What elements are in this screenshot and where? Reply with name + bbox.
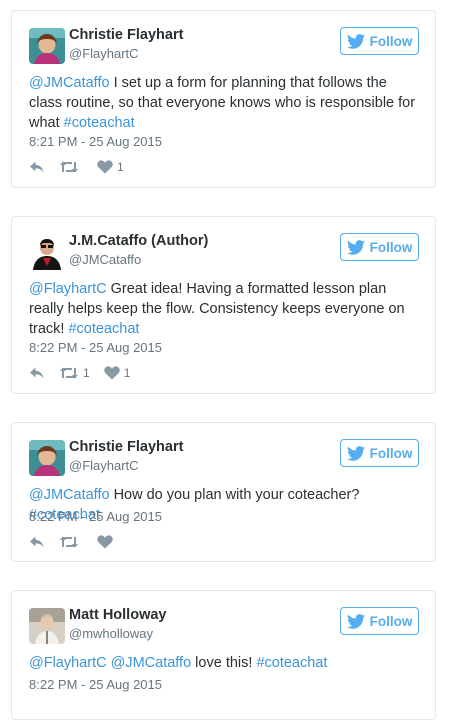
author-handle[interactable]: @FlayhartC	[69, 458, 139, 473]
follow-label: Follow	[369, 239, 413, 255]
avatar[interactable]	[29, 28, 65, 64]
avatar[interactable]	[29, 234, 65, 270]
retweet-button[interactable]	[59, 160, 83, 174]
mention-link[interactable]: @FlayhartC	[29, 655, 107, 671]
avatar-image-icon	[29, 234, 65, 270]
mention-link[interactable]: @FlayhartC	[29, 281, 107, 297]
retweet-icon	[59, 160, 79, 174]
mention-link[interactable]: @JMCataffo	[29, 487, 110, 503]
hashtag-link[interactable]: #coteachat	[256, 655, 327, 671]
follow-button[interactable]: Follow	[340, 27, 419, 55]
mention-link[interactable]: @JMCataffo	[29, 75, 110, 91]
avatar[interactable]	[29, 608, 65, 644]
reply-button[interactable]	[29, 160, 45, 174]
twitter-bird-icon	[347, 614, 365, 629]
like-button[interactable]	[97, 535, 117, 549]
reply-icon	[29, 160, 45, 174]
follow-label: Follow	[369, 613, 413, 629]
twitter-bird-icon	[347, 240, 365, 255]
follow-button[interactable]: Follow	[340, 439, 419, 467]
heart-icon	[97, 160, 113, 174]
author-name[interactable]: Christie Flayhart	[69, 27, 183, 43]
tweet-body: How do you plan with your coteacher?	[109, 487, 360, 503]
like-button[interactable]: 1	[104, 366, 131, 380]
retweet-button[interactable]: 1	[59, 366, 90, 380]
timestamp[interactable]: 8:22 PM - 25 Aug 2015	[29, 340, 162, 355]
retweet-count: 1	[83, 366, 90, 380]
avatar-image-icon	[29, 28, 65, 64]
mention-link[interactable]: @JMCataffo	[111, 655, 192, 671]
heart-icon	[104, 366, 120, 380]
author-handle[interactable]: @mwholloway	[69, 626, 153, 641]
retweet-icon	[59, 366, 79, 380]
like-button[interactable]: 1	[97, 160, 124, 174]
follow-button[interactable]: Follow	[340, 233, 419, 261]
twitter-bird-icon	[347, 446, 365, 461]
twitter-bird-icon	[347, 34, 365, 49]
tweet-card: Christie Flayhart @FlayhartC Follow @JMC…	[11, 422, 436, 562]
author-name[interactable]: Christie Flayhart	[69, 439, 183, 455]
tweet-actions	[29, 533, 117, 551]
timestamp[interactable]: 8:21 PM - 25 Aug 2015	[29, 134, 162, 149]
reply-icon	[29, 535, 45, 549]
tweet-text: @JMCataffo I set up a form for planning …	[29, 73, 419, 133]
tweet-card: Matt Holloway @mwholloway Follow @Flayha…	[11, 590, 436, 720]
retweet-button[interactable]	[59, 535, 83, 549]
tweet-body: love this!	[191, 655, 257, 671]
reply-button[interactable]	[29, 535, 45, 549]
timestamp[interactable]: 8:22 PM - 25 Aug 2015	[29, 509, 162, 524]
avatar-image-icon	[29, 440, 65, 476]
tweet-actions: 1 1	[29, 364, 130, 382]
timestamp[interactable]: 8:22 PM - 25 Aug 2015	[29, 677, 162, 692]
follow-button[interactable]: Follow	[340, 607, 419, 635]
tweet-text: @FlayhartC @JMCataffo love this! #coteac…	[29, 653, 419, 673]
author-name[interactable]: Matt Holloway	[69, 607, 166, 623]
like-count: 1	[123, 366, 131, 380]
like-count: 1	[117, 160, 124, 174]
heart-icon	[97, 535, 113, 549]
reply-button[interactable]	[29, 366, 45, 380]
hashtag-link[interactable]: #coteachat	[64, 115, 135, 131]
author-handle[interactable]: @JMCataffo	[69, 252, 141, 267]
follow-label: Follow	[369, 33, 413, 49]
tweet-actions: 1	[29, 158, 124, 176]
avatar[interactable]	[29, 440, 65, 476]
hashtag-link[interactable]: #coteachat	[68, 321, 139, 337]
tweet-text: @FlayhartC Great idea! Having a formatte…	[29, 279, 419, 339]
tweet-card: J.M.Cataffo (Author) @JMCataffo Follow @…	[11, 216, 436, 394]
tweet-card: Christie Flayhart @FlayhartC Follow @JMC…	[11, 10, 436, 188]
retweet-icon	[59, 535, 79, 549]
avatar-image-icon	[29, 608, 65, 644]
reply-icon	[29, 366, 45, 380]
follow-label: Follow	[369, 445, 413, 461]
author-name[interactable]: J.M.Cataffo (Author)	[69, 233, 208, 249]
author-handle[interactable]: @FlayhartC	[69, 46, 139, 61]
